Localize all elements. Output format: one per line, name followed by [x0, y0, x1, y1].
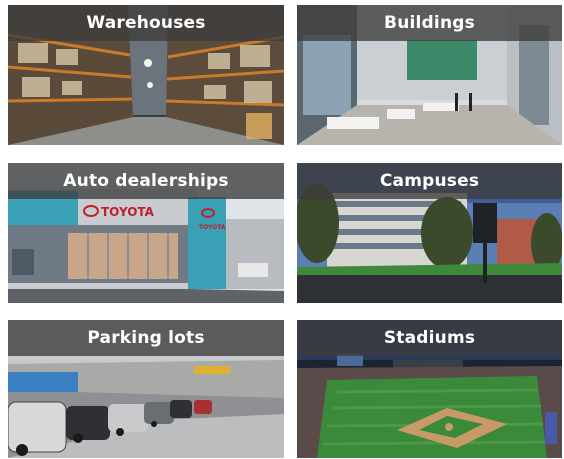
tile-parking-lots[interactable]: Parking lots — [8, 320, 284, 458]
tile-label: Parking lots — [8, 320, 284, 356]
tile-label: Buildings — [297, 5, 562, 41]
dealership-sign-main: TOYOTA — [101, 205, 155, 219]
dealership-sign-side: TOYOTA — [199, 224, 226, 231]
tile-label: Auto dealerships — [8, 163, 284, 199]
tile-label: Warehouses — [8, 5, 284, 41]
tile-buildings[interactable]: Buildings — [297, 5, 562, 145]
tile-campuses[interactable]: Campuses — [297, 163, 562, 303]
tile-warehouses[interactable]: Warehouses — [8, 5, 284, 145]
tile-auto-dealerships[interactable]: TOYOTA TOYOTA Auto dealerships — [8, 163, 284, 303]
tile-label: Stadiums — [297, 320, 562, 356]
tile-label: Campuses — [297, 163, 562, 199]
tile-stadiums[interactable]: Stadiums — [297, 320, 562, 458]
